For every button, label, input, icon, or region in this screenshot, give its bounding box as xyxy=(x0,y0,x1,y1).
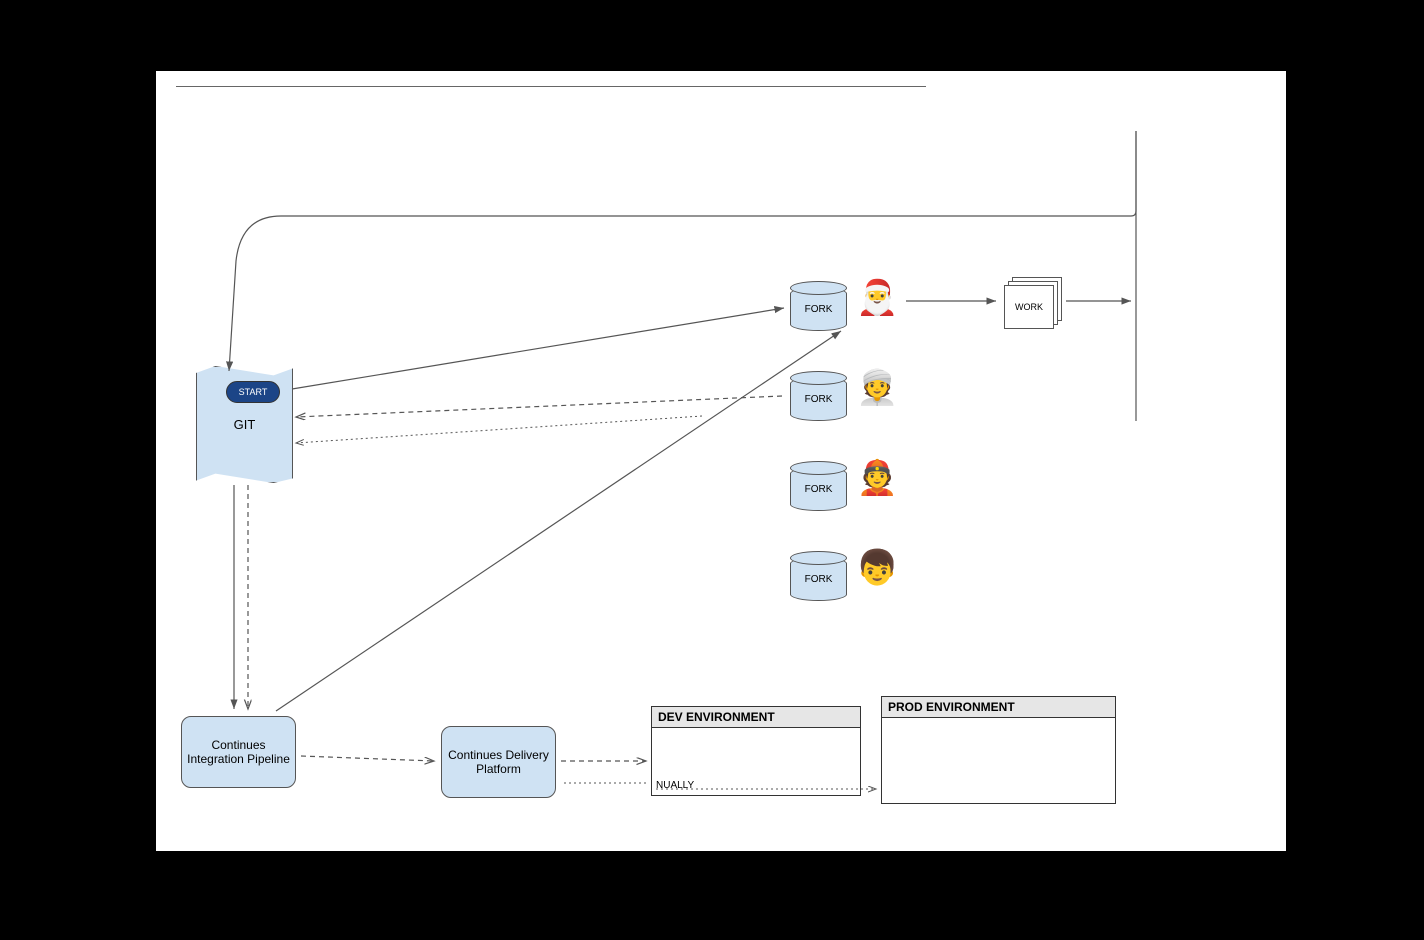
dev-environment-box: DEV ENVIRONMENT NUALLY xyxy=(651,706,861,796)
fork-cylinder-1: FORK xyxy=(790,287,847,331)
prod-environment-box: PROD ENVIRONMENT xyxy=(881,696,1116,804)
avatar-turban-icon: 👳 xyxy=(856,371,898,405)
start-label: START xyxy=(239,387,268,397)
ci-label: Continues Integration Pipeline xyxy=(186,738,291,766)
prod-env-header: PROD ENVIRONMENT xyxy=(882,697,1115,718)
ci-pipeline-box: Continues Integration Pipeline xyxy=(181,716,296,788)
top-divider-line xyxy=(176,86,926,87)
cd-platform-box: Continues Delivery Platform xyxy=(441,726,556,798)
manual-text-fragment: NUALLY xyxy=(656,780,694,791)
work-label: WORK xyxy=(1015,302,1043,312)
git-label: GIT xyxy=(234,417,256,432)
fork-cylinder-2: FORK xyxy=(790,377,847,421)
work-page-front: WORK xyxy=(1004,285,1054,329)
fork-label-1: FORK xyxy=(805,304,833,315)
cd-label: Continues Delivery Platform xyxy=(446,748,551,776)
work-document-stack: WORK xyxy=(1004,277,1059,325)
fork-label-2: FORK xyxy=(805,394,833,405)
avatar-worker-icon: 👲 xyxy=(856,461,898,495)
avatar-person-icon: 👦 xyxy=(856,551,898,585)
dev-env-header: DEV ENVIRONMENT xyxy=(652,707,860,728)
fork-label-4: FORK xyxy=(805,574,833,585)
fork-cylinder-3: FORK xyxy=(790,467,847,511)
diagram-canvas: GIT START FORK FORK FORK FORK 🎅 👳 👲 👦 WO… xyxy=(155,70,1287,852)
fork-cylinder-4: FORK xyxy=(790,557,847,601)
start-badge: START xyxy=(226,381,280,403)
avatar-santa-icon: 🎅 xyxy=(856,281,898,315)
fork-label-3: FORK xyxy=(805,484,833,495)
